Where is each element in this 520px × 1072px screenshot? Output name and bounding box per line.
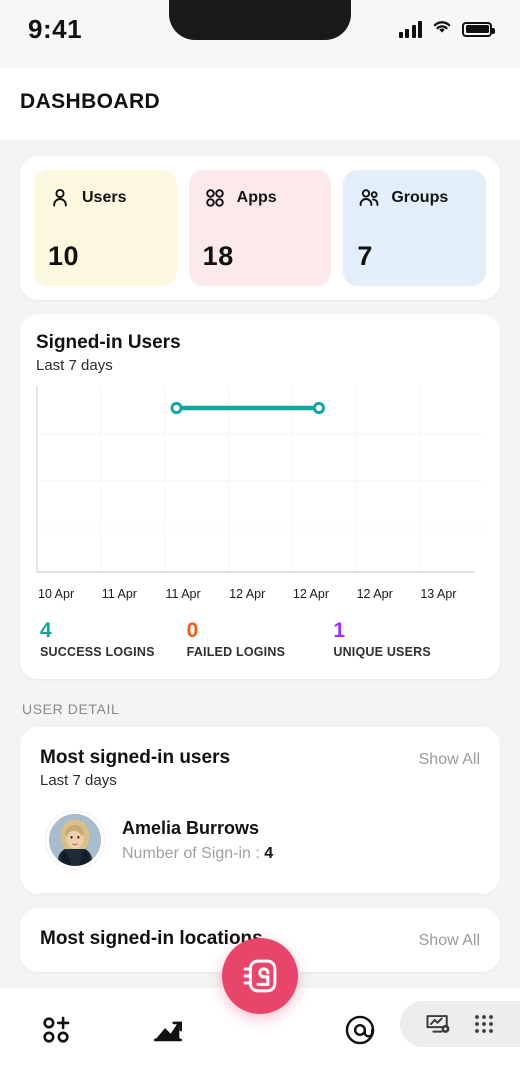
contacts-book-icon (239, 955, 281, 997)
groups-icon (357, 186, 381, 210)
x-tick-0: 10 Apr (38, 587, 75, 601)
metric-failed-logins: 0 FAILED LOGINS (187, 619, 334, 659)
header: DASHBOARD (0, 68, 520, 140)
at-circle-icon (343, 1013, 377, 1047)
users-card-title: Most signed-in users (40, 747, 231, 768)
user-icon (48, 186, 72, 210)
signed-in-users-chart-card: Signed-in Users Last 7 days 10 Apr 11 Ap… (20, 314, 500, 679)
stat-apps-header: Apps (203, 186, 318, 210)
x-tick-1: 11 Apr (101, 587, 137, 601)
login-metrics: 4 SUCCESS LOGINS 0 FAILED LOGINS 1 UNIQU… (36, 619, 484, 665)
stat-card-groups[interactable]: Groups 7 (343, 170, 487, 286)
signal-bars-icon (398, 20, 422, 38)
x-tick-5: 12 Apr (356, 587, 393, 601)
status-time: 9:41 (28, 13, 83, 44)
metric-unique-label: UNIQUE USERS (333, 645, 431, 659)
line-chart-plot[interactable] (36, 386, 484, 581)
stat-card-users[interactable]: Users 10 (34, 170, 177, 286)
metric-success-value: 4 (40, 619, 52, 642)
battery-icon (462, 21, 495, 37)
locations-card-title: Most signed-in locations (40, 928, 263, 949)
status-icons (398, 18, 495, 40)
x-tick-3: 12 Apr (229, 587, 266, 601)
most-signed-in-users-card: Most signed-in users Last 7 days Show Al… (20, 727, 500, 894)
apps-sparkle-icon (39, 1013, 73, 1047)
users-card-titles: Most signed-in users Last 7 days (40, 747, 230, 789)
x-tick-4: 12 Apr (292, 587, 330, 601)
stat-apps-value: 18 (202, 241, 234, 271)
stat-users-label: Users (82, 189, 127, 206)
scroll-body[interactable]: Users 10 Apps 18 Groups 7 Signed-in User… (0, 156, 520, 1072)
nav-utility-pill (400, 1001, 520, 1047)
stat-groups-label: Groups (391, 189, 449, 206)
metric-failed-label: FAILED LOGINS (186, 645, 286, 659)
user-info: Amelia Burrows Number of Sign-in : 4 (122, 818, 273, 863)
metric-success-label: SUCCESS LOGINS (40, 645, 155, 659)
phone-screen: 9:41 DASHBOARD Users 10 Apps 18 Groups 7… (0, 0, 520, 1072)
show-all-users-link[interactable]: Show All (419, 747, 480, 769)
stats-card: Users 10 Apps 18 Groups 7 (20, 156, 500, 300)
stat-apps-label: Apps (236, 189, 277, 206)
stat-groups-header: Groups (357, 186, 472, 210)
dashboard-settings-icon[interactable] (424, 1010, 452, 1038)
user-signins-value: 4 (264, 844, 274, 862)
metric-failed-value: 0 (186, 619, 199, 642)
grid-dots-icon[interactable] (470, 1010, 498, 1038)
stat-groups-value: 7 (357, 241, 373, 271)
page-title: DASHBOARD (20, 90, 161, 113)
chart-subtitle: Last 7 days (36, 357, 113, 374)
user-signins: Number of Sign-in : 4 (122, 845, 273, 863)
stat-users-header: Users (48, 186, 163, 210)
notch (169, 0, 351, 40)
x-tick-6: 13 Apr (420, 587, 457, 601)
metric-success-logins: 4 SUCCESS LOGINS (40, 619, 187, 659)
x-tick-2: 11 Apr (165, 587, 201, 601)
stat-card-apps[interactable]: Apps 18 (188, 170, 332, 286)
contacts-fab-button[interactable] (222, 938, 298, 1014)
nav-mentions[interactable] (304, 1013, 416, 1047)
metric-unique-users: 1 UNIQUE USERS (333, 619, 480, 659)
user-signins-label: Number of Sign-in : (122, 844, 260, 862)
status-bar: 9:41 (0, 0, 520, 68)
stat-users-value: 10 (48, 241, 80, 271)
users-card-subtitle: Last 7 days (40, 772, 117, 789)
avatar (46, 811, 104, 869)
wifi-icon (431, 18, 453, 40)
trending-chart-icon (151, 1013, 185, 1047)
section-title-user-detail: USER DETAIL (22, 701, 120, 717)
user-name: Amelia Burrows (122, 817, 260, 838)
nav-reports[interactable] (112, 1013, 224, 1047)
list-item[interactable]: Amelia Burrows Number of Sign-in : 4 (40, 789, 480, 894)
chart-x-axis: 10 Apr 11 Apr 11 Apr 12 Apr 12 Apr 12 Ap… (36, 587, 484, 601)
apps-grid-icon (203, 186, 227, 210)
chart-title: Signed-in Users (36, 332, 181, 353)
users-card-header: Most signed-in users Last 7 days Show Al… (40, 747, 480, 789)
show-all-locations-link[interactable]: Show All (419, 928, 480, 950)
metric-unique-value: 1 (333, 619, 346, 642)
nav-apps[interactable] (0, 1013, 112, 1047)
